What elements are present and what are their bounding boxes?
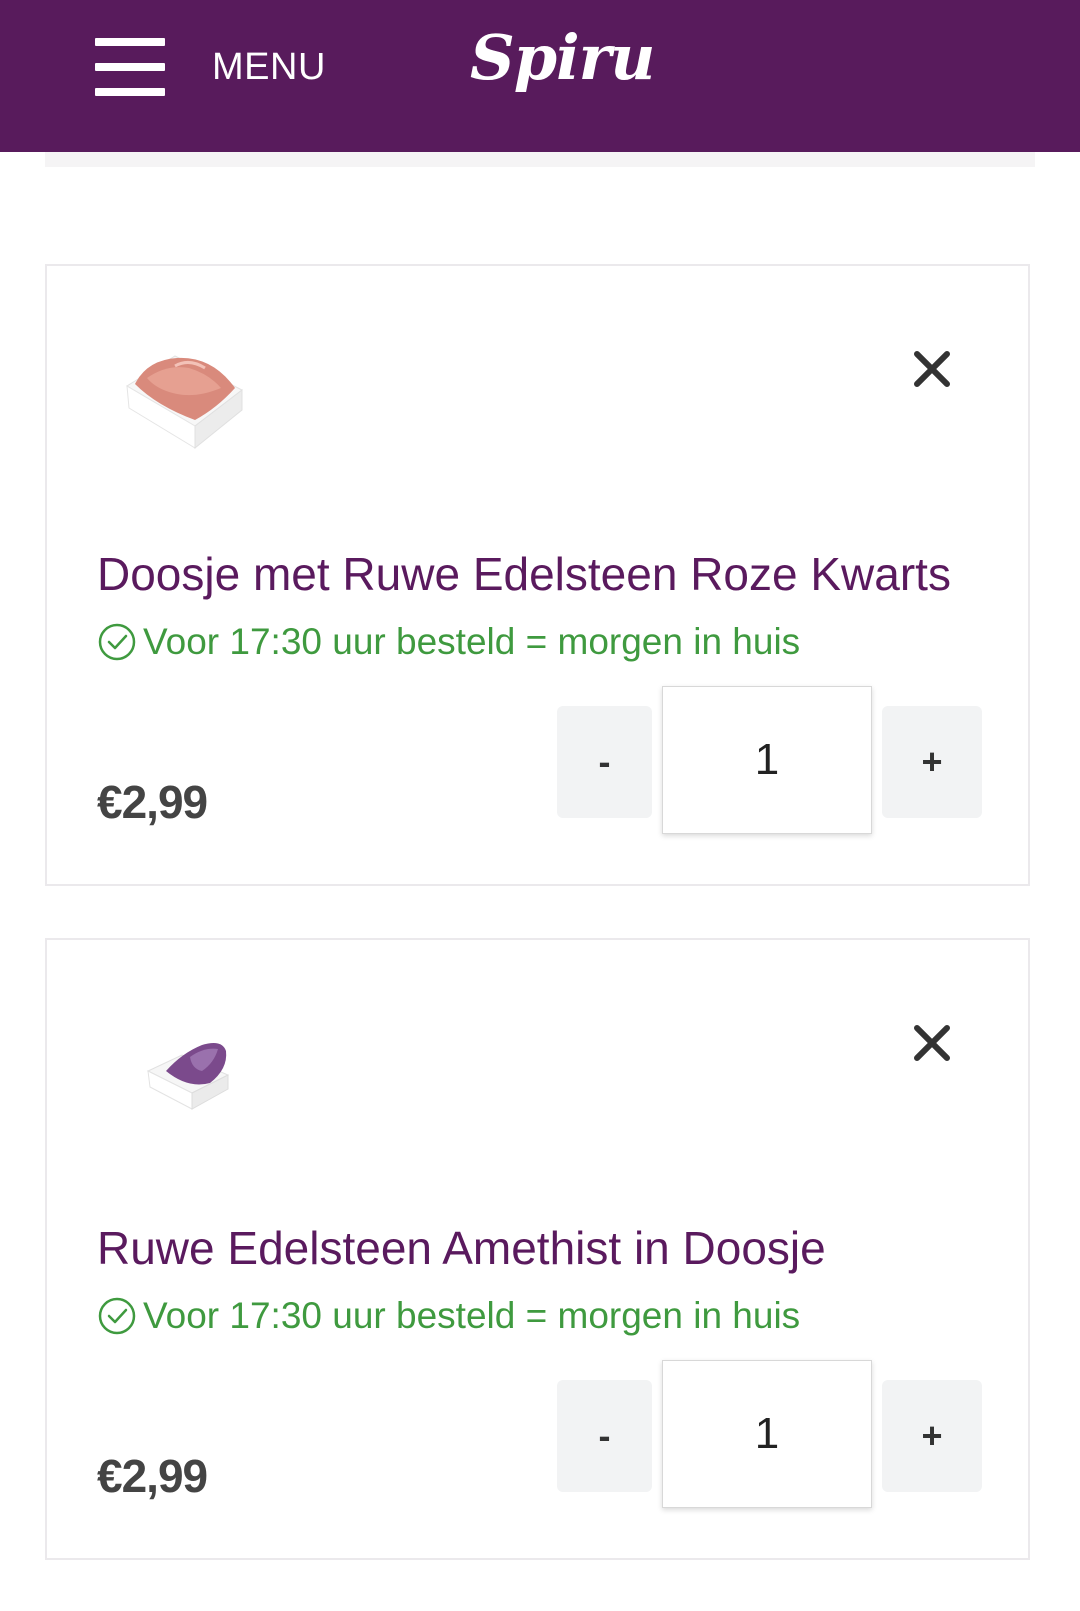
product-price: €2,99: [97, 1450, 208, 1502]
cart-item: Doosje met Ruwe Edelsteen Roze Kwarts Vo…: [45, 264, 1030, 886]
product-title[interactable]: Doosje met Ruwe Edelsteen Roze Kwarts: [97, 546, 951, 602]
brand-logo[interactable]: Spiru: [470, 18, 655, 98]
quantity-input[interactable]: 1: [662, 686, 872, 834]
close-icon[interactable]: [907, 344, 957, 394]
quantity-increment-button[interactable]: +: [882, 706, 982, 818]
hamburger-menu-icon[interactable]: [95, 38, 165, 96]
quantity-decrement-button[interactable]: -: [557, 706, 652, 818]
product-price: €2,99: [97, 776, 208, 828]
top-header: MENU Spiru: [0, 0, 1080, 152]
delivery-note: Voor 17:30 uur besteld = morgen in huis: [97, 618, 800, 666]
delivery-note: Voor 17:30 uur besteld = morgen in huis: [97, 1292, 800, 1340]
amethyst-box-image[interactable]: [142, 1035, 232, 1115]
cart-item: Ruwe Edelsteen Amethist in Doosje Voor 1…: [45, 938, 1030, 1560]
product-title[interactable]: Ruwe Edelsteen Amethist in Doosje: [97, 1220, 826, 1276]
delivery-note-text: Voor 17:30 uur besteld = morgen in huis: [143, 621, 801, 662]
check-circle-icon: [98, 623, 136, 661]
check-circle-icon: [98, 1297, 136, 1335]
close-icon[interactable]: [907, 1018, 957, 1068]
delivery-note-text: Voor 17:30 uur besteld = morgen in huis: [143, 1295, 801, 1336]
quantity-decrement-button[interactable]: -: [557, 1380, 652, 1492]
quantity-input[interactable]: 1: [662, 1360, 872, 1508]
quantity-increment-button[interactable]: +: [882, 1380, 982, 1492]
menu-button-label[interactable]: MENU: [212, 44, 326, 90]
rose-quartz-box-image[interactable]: [117, 328, 252, 453]
section-divider: [45, 152, 1035, 167]
